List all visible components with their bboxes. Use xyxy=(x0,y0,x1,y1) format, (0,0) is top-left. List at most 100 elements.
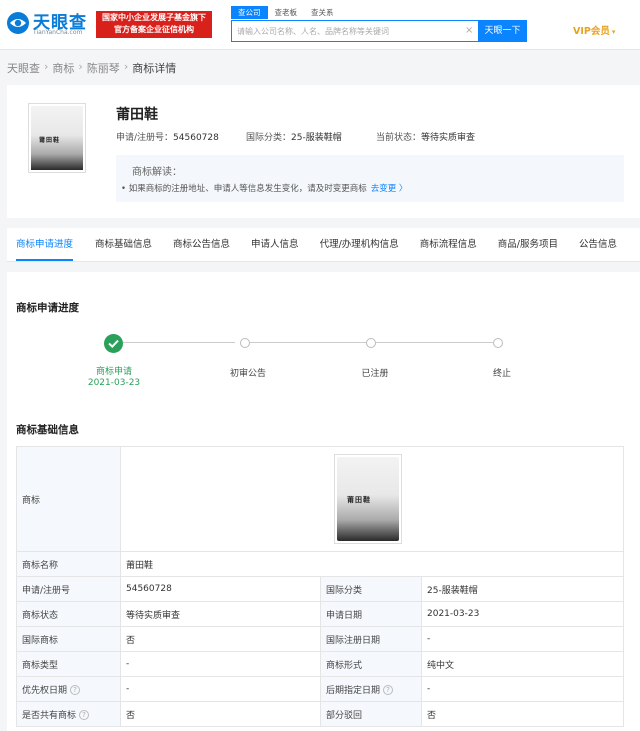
breadcrumb-home[interactable]: 天眼查 xyxy=(7,60,40,76)
breadcrumb: 天眼查 › 商标 › 陈丽琴 › 商标详情 xyxy=(7,60,176,76)
priority-date-label: 优先权日期 xyxy=(22,685,68,696)
search-area: 查公司 查老板 查关系 × 天眼一下 xyxy=(231,6,527,42)
status-meta: 当前状态：等待实质审查 xyxy=(376,130,475,143)
breadcrumb-current: 商标详情 xyxy=(132,62,177,75)
trademark-image-text: 莆田鞋 xyxy=(39,137,61,144)
table-row: 商标类型 - 商标形式 纯中文 xyxy=(16,651,624,677)
table-row: 优先权日期? - 后期指定日期? - xyxy=(16,676,624,702)
status-value: 等待实质审查 xyxy=(421,133,476,143)
table-cell-value: - xyxy=(120,676,321,702)
table-cell-label: 国际注册日期 xyxy=(320,626,422,652)
breadcrumb-trademark[interactable]: 商标 xyxy=(52,60,74,76)
tab-applicant-info[interactable]: 申请人信息 xyxy=(251,228,299,261)
tab-goods-services[interactable]: 商品/服务项目 xyxy=(498,228,558,261)
trademark-name: 莆田鞋 xyxy=(116,107,158,123)
top-header: 天眼查 TianYanCha.com 国家中小企业发展子基金旗下 官方备案企业征… xyxy=(0,0,640,50)
table-cell-label: 申请日期 xyxy=(320,601,422,627)
search-tab-boss[interactable]: 查老板 xyxy=(268,6,305,19)
basic-info-table: 商标 莆田鞋 商标名称 莆田鞋 申请/注册号 54560728 国际分类 25-… xyxy=(16,446,624,727)
help-question-icon[interactable]: ? xyxy=(383,685,394,695)
change-trademark-link[interactable]: 去变更 〉 xyxy=(371,184,408,194)
progress-connector xyxy=(250,342,366,343)
progress-connector xyxy=(123,342,235,343)
table-cell-value: 2021-03-23 xyxy=(421,601,624,627)
table-cell-value: - xyxy=(120,651,321,677)
table-cell-label-with-help: 后期指定日期? xyxy=(320,676,422,702)
table-cell-label: 商标类型 xyxy=(16,651,121,677)
help-question-icon[interactable]: ? xyxy=(70,685,81,695)
table-row: 是否共有商标? 否 部分驳回 否 xyxy=(16,701,624,727)
step-pending-dot-icon xyxy=(366,338,376,348)
table-cell-label-with-help: 优先权日期? xyxy=(16,676,121,702)
interpretation-title: 商标解读： xyxy=(132,167,182,178)
table-cell-value: 否 xyxy=(120,626,321,652)
search-tab-company[interactable]: 查公司 xyxy=(231,6,268,19)
basic-info-section-title: 商标基础信息 xyxy=(16,424,79,436)
step-pending-dot-icon xyxy=(493,338,503,348)
step-date-apply: 2021-03-23 xyxy=(87,378,141,388)
clear-icon[interactable]: × xyxy=(465,25,473,36)
table-cell-value: 25-服装鞋帽 xyxy=(421,576,624,602)
vip-label: VIP会员 xyxy=(573,26,610,37)
eye-logo-icon xyxy=(7,12,29,34)
table-cell-value: - xyxy=(421,676,624,702)
shared-trademark-label: 是否共有商标 xyxy=(22,710,77,721)
tab-process-info[interactable]: 商标流程信息 xyxy=(420,228,477,261)
step-label-prelim: 初审公告 xyxy=(229,369,266,379)
table-row: 国际商标 否 国际注册日期 - xyxy=(16,626,624,652)
table-cell-image: 莆田鞋 xyxy=(120,446,624,552)
tab-announcement-info[interactable]: 商标公告信息 xyxy=(173,228,230,261)
trademark-image-large[interactable]: 莆田鞋 xyxy=(334,454,402,544)
table-cell-label: 申请/注册号 xyxy=(16,576,121,602)
search-tab-relation[interactable]: 查关系 xyxy=(304,6,341,19)
table-cell-label: 部分驳回 xyxy=(320,701,422,727)
logo-domain: TianYanCha.com xyxy=(33,29,83,36)
search-input[interactable] xyxy=(232,21,477,41)
status-label: 当前状态： xyxy=(376,133,422,143)
progress-section-title: 商标申请进度 xyxy=(16,302,79,314)
step-label-terminated: 终止 xyxy=(492,369,511,379)
progress-connector xyxy=(376,342,493,343)
table-row: 商标名称 莆田鞋 xyxy=(16,551,624,577)
table-cell-label: 国际分类 xyxy=(320,576,422,602)
table-row: 申请/注册号 54560728 国际分类 25-服装鞋帽 xyxy=(16,576,624,602)
table-row: 商标状态 等待实质审查 申请日期 2021-03-23 xyxy=(16,601,624,627)
search-button[interactable]: 天眼一下 xyxy=(478,20,527,42)
search-tabs: 查公司 查老板 查关系 xyxy=(231,6,341,19)
gov-badge-line1: 国家中小企业发展子基金旗下 xyxy=(102,13,206,22)
step-label-registered: 已注册 xyxy=(361,369,389,379)
breadcrumb-separator-icon: › xyxy=(123,60,129,73)
table-cell-value: 否 xyxy=(120,701,321,727)
tab-agency-info[interactable]: 代理/办理机构信息 xyxy=(320,228,399,261)
reg-no-meta: 申请/注册号：54560728 xyxy=(116,130,219,143)
step-label-apply: 商标申请 xyxy=(95,367,132,377)
table-cell-label-with-help: 是否共有商标? xyxy=(16,701,121,727)
tab-basic-info[interactable]: 商标基础信息 xyxy=(95,228,152,261)
table-cell-label: 商标 xyxy=(16,446,121,552)
later-designation-label: 后期指定日期 xyxy=(326,685,381,696)
gov-badge: 国家中小企业发展子基金旗下 官方备案企业征信机构 xyxy=(96,11,212,38)
trademark-interpretation: 商标解读： • 如果商标的注册地址、申请人等信息发生变化，请及时变更商标 去变更 … xyxy=(116,155,624,202)
reg-no-value: 54560728 xyxy=(173,133,219,143)
step-done-check-icon xyxy=(104,334,123,353)
help-question-icon[interactable]: ? xyxy=(79,710,90,720)
table-cell-value: - xyxy=(421,626,624,652)
vip-member-link[interactable]: VIP会员 ▾ xyxy=(573,23,615,37)
table-cell-label: 商标形式 xyxy=(320,651,422,677)
tab-application-progress[interactable]: 商标申请进度 xyxy=(16,228,74,261)
search-box: × 天眼一下 xyxy=(231,20,527,42)
table-cell-label: 国际商标 xyxy=(16,626,121,652)
table-cell-value: 否 xyxy=(421,701,624,727)
table-cell-label: 商标名称 xyxy=(16,551,121,577)
trademark-image[interactable]: 莆田鞋 xyxy=(28,103,86,173)
table-cell-value: 等待实质审查 xyxy=(120,601,321,627)
tianyancha-logo[interactable]: 天眼查 TianYanCha.com xyxy=(6,8,90,40)
class-label: 国际分类： xyxy=(246,133,292,143)
trademark-image-graphic: 莆田鞋 xyxy=(31,106,83,170)
tab-notice-info[interactable]: 公告信息 xyxy=(579,228,617,261)
table-cell-label: 商标状态 xyxy=(16,601,121,627)
breadcrumb-separator-icon: › xyxy=(78,60,83,73)
trademark-image-graphic: 莆田鞋 xyxy=(337,457,399,541)
class-value: 25-服装鞋帽 xyxy=(291,133,342,143)
breadcrumb-applicant[interactable]: 陈丽琴 xyxy=(87,60,120,76)
